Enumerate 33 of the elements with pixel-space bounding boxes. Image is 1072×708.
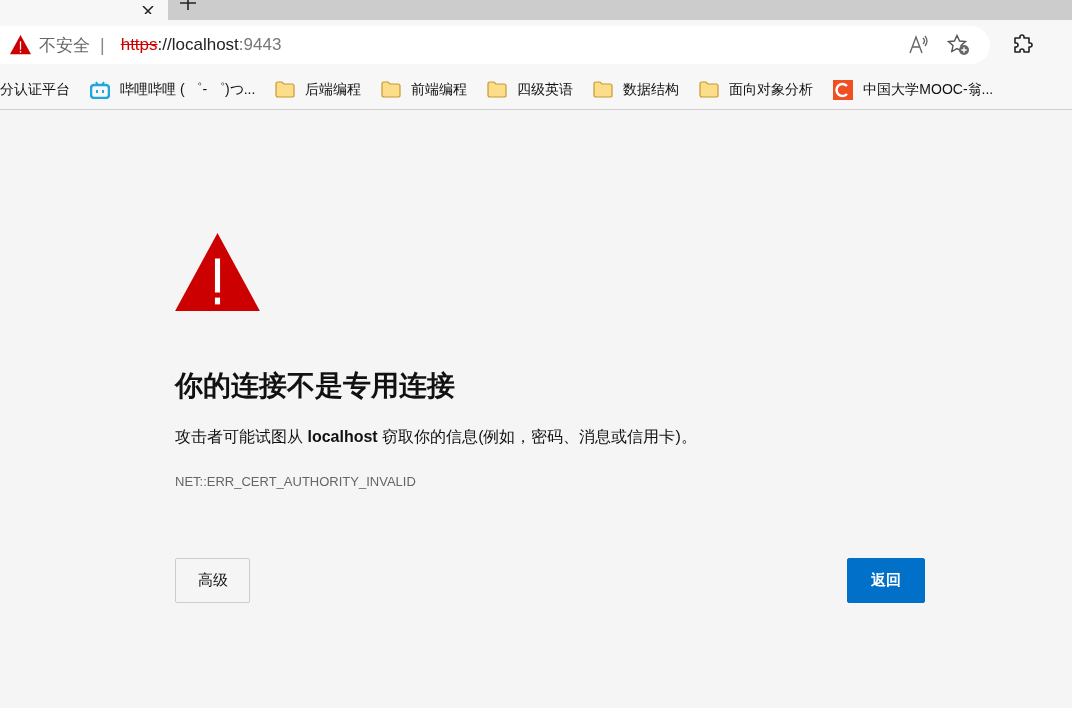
warning-icon <box>10 35 31 55</box>
read-aloud-icon[interactable] <box>908 35 930 55</box>
folder-icon <box>381 81 402 98</box>
folder-icon <box>275 81 296 98</box>
star-plus-icon[interactable] <box>947 34 971 56</box>
plus-icon[interactable] <box>180 0 196 10</box>
bookmark-item[interactable]: 哔哩哔哩 ( ゜- ゜)つ... <box>90 78 256 101</box>
security-label[interactable]: 不安全 <box>39 33 90 57</box>
bookmark-item[interactable]: 后端编程 <box>275 78 362 101</box>
close-icon[interactable] <box>142 6 154 14</box>
error-message: 攻击者可能试图从 localhost 窃取你的信息(例如，密码、消息或信用卡)。 <box>175 427 698 448</box>
url-scheme: https <box>120 35 158 55</box>
bookmark-item[interactable]: 中国大学MOOC-翁... <box>833 77 994 102</box>
bookmark-item[interactable]: 四级英语 <box>487 78 574 101</box>
course-logo-icon <box>833 79 854 100</box>
advanced-button[interactable]: 高级 <box>175 558 250 604</box>
folder-icon <box>487 81 508 98</box>
bookmark-item[interactable]: 面向对象分析 <box>699 78 814 101</box>
puzzle-piece-icon[interactable] <box>1012 34 1034 56</box>
address-bar[interactable]: 不安全 | https://localhost:9443 <box>0 26 990 64</box>
url-port: :9443 <box>238 35 282 55</box>
separator: | <box>100 34 105 56</box>
tv-icon <box>90 80 110 99</box>
bookmark-item[interactable]: 前端编程 <box>381 78 468 101</box>
warning-icon <box>175 233 260 312</box>
folder-icon <box>699 81 720 98</box>
back-button[interactable]: 返回 <box>847 558 925 604</box>
error-code: NET::ERR_CERT_AUTHORITY_INVALID <box>175 474 417 490</box>
bookmark-item[interactable]: 数据结构 <box>593 78 680 101</box>
folder-icon <box>593 81 614 98</box>
error-heading: 你的连接不是专用连接 <box>175 369 456 404</box>
url-host: ://localhost <box>157 35 239 55</box>
bookmark-item[interactable]: 分认证平台 <box>0 78 70 101</box>
